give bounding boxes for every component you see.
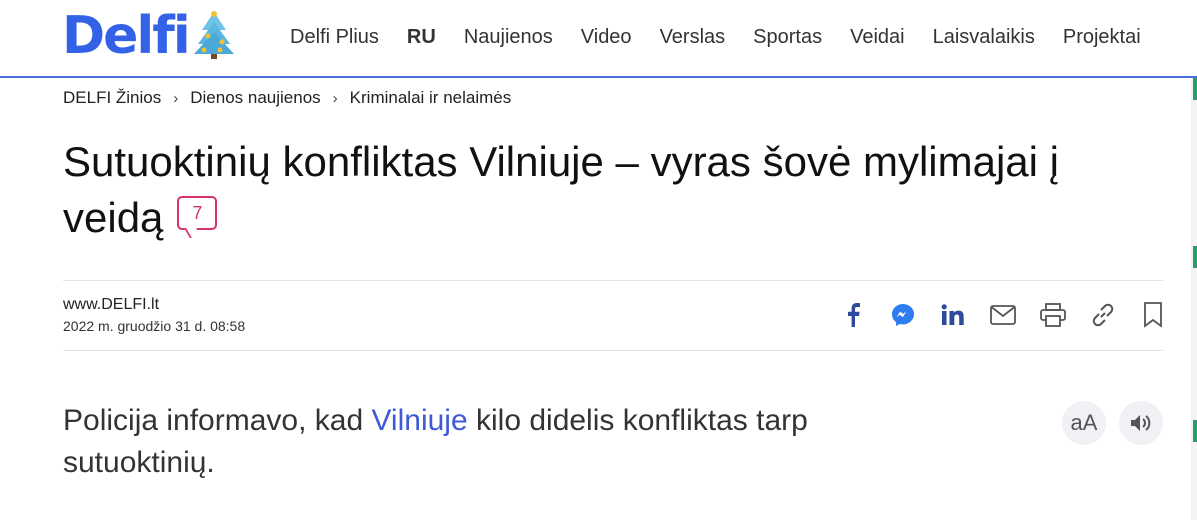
side-marker — [1193, 246, 1197, 268]
divider — [63, 350, 1163, 351]
comment-count-badge[interactable]: 7 — [177, 195, 218, 230]
share-bar — [828, 300, 1178, 330]
lead-link-vilniuje[interactable]: Vilniuje — [371, 404, 467, 437]
nav-item-sportas[interactable]: Sportas — [739, 22, 836, 52]
article-title: Sutuoktinių konfliktas Vilniuje – vyras … — [63, 134, 1163, 246]
article-date: 2022 m. gruodžio 31 d. 08:58 — [63, 318, 246, 334]
print-icon[interactable] — [1028, 300, 1078, 330]
main-nav: Delfi Plius RU Naujienos Video Verslas S… — [276, 22, 1155, 52]
breadcrumb-item[interactable]: DELFI Žinios — [63, 88, 161, 108]
article-lead: Policija informavo, kad Vilniuje kilo di… — [63, 400, 963, 484]
nav-item-naujienos[interactable]: Naujienos — [450, 22, 567, 52]
nav-item-verslas[interactable]: Verslas — [646, 22, 740, 52]
nav-item-laisvalaikis[interactable]: Laisvalaikis — [919, 22, 1049, 52]
christmas-tree-icon — [194, 11, 234, 59]
side-marker — [1193, 78, 1197, 100]
linkedin-icon[interactable] — [928, 300, 978, 330]
mail-icon[interactable] — [978, 300, 1028, 330]
bookmark-icon[interactable] — [1128, 300, 1178, 330]
messenger-icon[interactable] — [878, 300, 928, 330]
nav-item-delfi-plius[interactable]: Delfi Plius — [276, 22, 393, 52]
lead-text: Policija informavo, kad — [63, 404, 372, 437]
site-header: Delfi Delfi Plius RU Naujienos Video Ver… — [0, 0, 1197, 78]
comment-count: 7 — [192, 202, 203, 223]
font-size-label: aA — [1070, 410, 1098, 435]
delfi-logo[interactable]: Delfi — [62, 6, 191, 66]
chevron-right-icon: › — [332, 89, 338, 107]
nav-item-projektai[interactable]: Projektai — [1049, 22, 1155, 52]
logo-text: Delfi — [62, 6, 191, 66]
breadcrumb-item[interactable]: Dienos naujienos — [190, 88, 320, 108]
divider — [63, 280, 1163, 281]
font-size-button[interactable]: aA — [1062, 401, 1106, 445]
nav-item-video[interactable]: Video — [567, 22, 646, 52]
breadcrumb-item[interactable]: Kriminalai ir nelaimės — [350, 88, 512, 108]
article-source: www.DELFI.lt — [63, 296, 160, 313]
speaker-button[interactable] — [1119, 401, 1163, 445]
speaker-icon — [1131, 415, 1151, 431]
chevron-right-icon: › — [173, 89, 179, 107]
facebook-icon[interactable] — [828, 300, 878, 330]
side-marker — [1193, 420, 1197, 442]
nav-item-ru[interactable]: RU — [393, 22, 450, 52]
link-icon[interactable] — [1078, 300, 1128, 330]
nav-item-veidai[interactable]: Veidai — [836, 22, 919, 52]
scrollbar-track[interactable] — [1191, 78, 1197, 520]
breadcrumb: DELFI Žinios › Dienos naujienos › Krimin… — [63, 88, 511, 108]
